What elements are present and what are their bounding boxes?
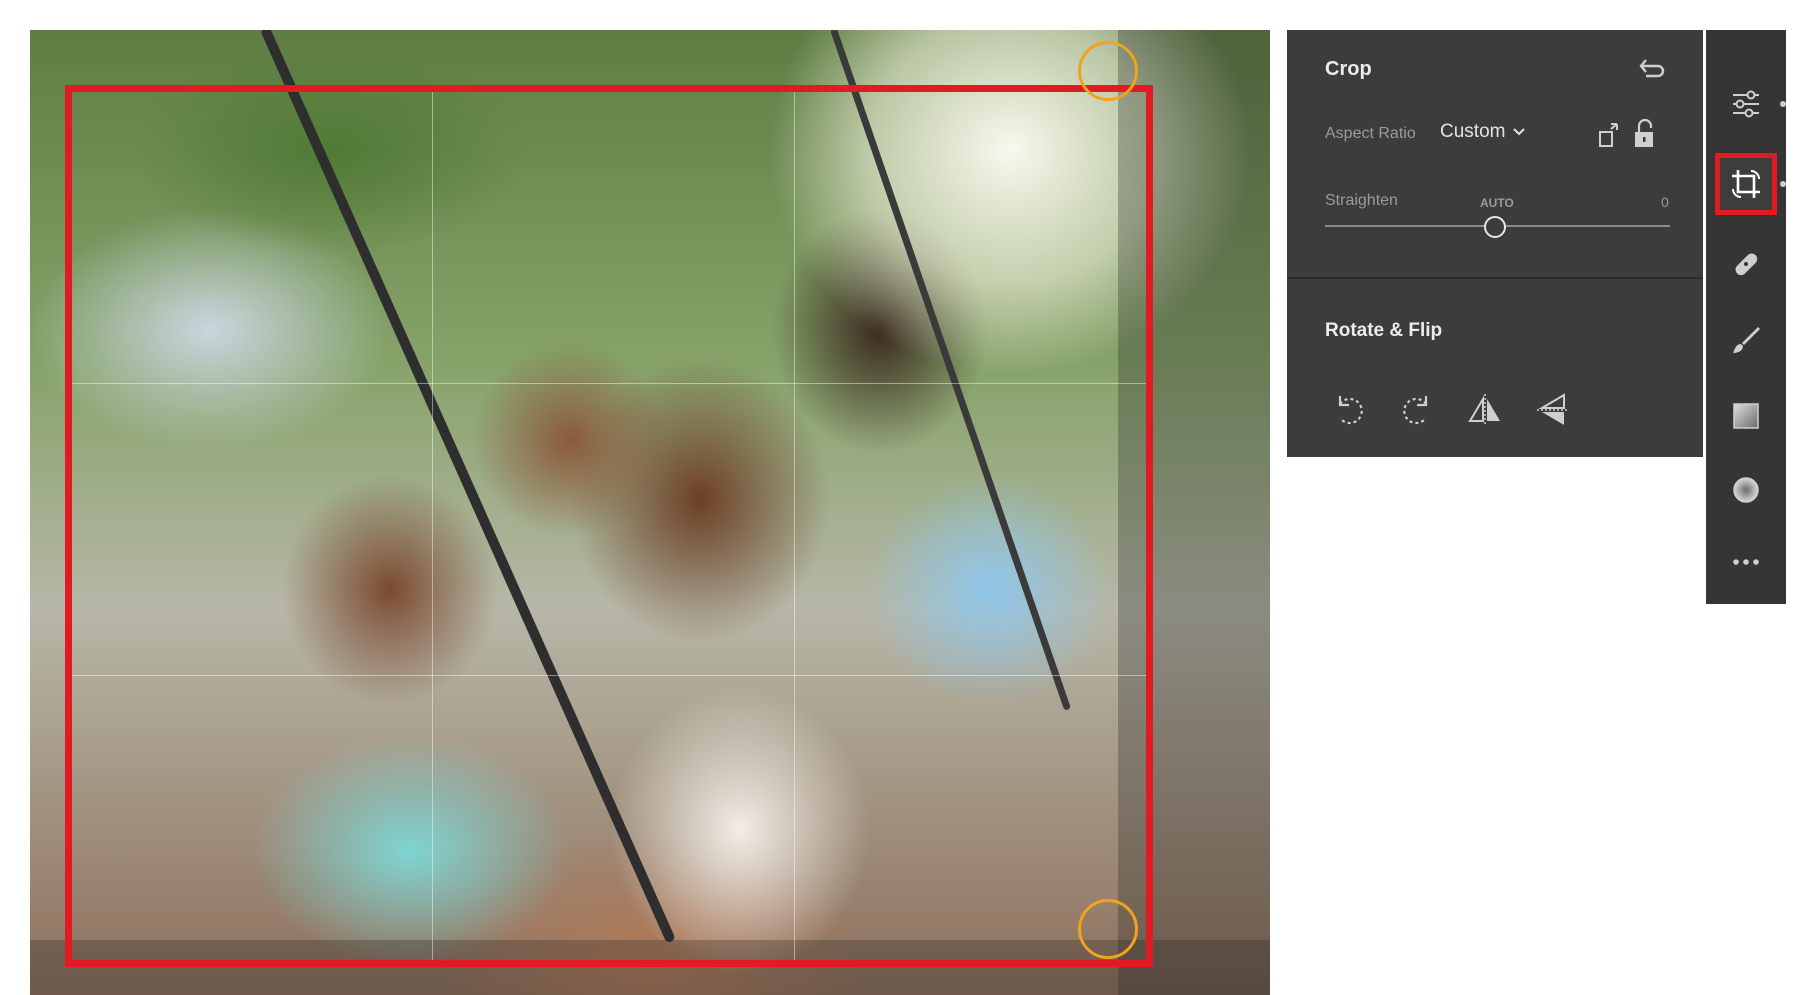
edit-sliders-icon[interactable] — [1720, 78, 1786, 130]
straighten-value: 0 — [1661, 194, 1669, 210]
aspect-ratio-label: Aspect Ratio — [1325, 125, 1416, 142]
crop-icon[interactable] — [1715, 153, 1786, 215]
crop-panel: Crop Aspect Ratio Custom Straighten AUTO… — [1287, 30, 1703, 457]
photo-canvas[interactable] — [30, 30, 1270, 995]
radial-gradient-icon[interactable] — [1720, 464, 1772, 516]
crop-handle-top-right[interactable] — [1078, 41, 1138, 101]
tool-indicator-dot — [1780, 181, 1786, 187]
linear-gradient-icon[interactable] — [1720, 390, 1772, 442]
straighten-slider-thumb[interactable] — [1484, 216, 1506, 238]
straighten-label: Straighten — [1325, 192, 1398, 209]
rotate-flip-title: Rotate & Flip — [1325, 320, 1443, 341]
swap-orientation-icon[interactable] — [1595, 118, 1625, 152]
unlock-icon[interactable] — [1629, 116, 1659, 152]
crop-grid-line — [432, 92, 433, 960]
healing-icon[interactable] — [1720, 238, 1772, 290]
more-icon[interactable] — [1720, 536, 1772, 588]
flip-horizontal-icon[interactable] — [1463, 388, 1507, 432]
chevron-down-icon — [1513, 128, 1526, 136]
crop-frame[interactable] — [65, 85, 1153, 967]
crop-grid-line — [72, 675, 1146, 676]
edit-toolbar — [1706, 30, 1786, 604]
crop-handle-bottom-right[interactable] — [1078, 899, 1138, 959]
crop-title: Crop — [1325, 58, 1372, 80]
straighten-auto-button[interactable]: AUTO — [1480, 196, 1514, 210]
section-divider — [1287, 277, 1703, 279]
crop-grid-line — [794, 92, 795, 960]
aspect-ratio-dropdown[interactable]: Custom — [1440, 121, 1526, 143]
rotate-left-icon[interactable] — [1327, 388, 1371, 432]
rotate-right-icon[interactable] — [1395, 388, 1439, 432]
undo-icon[interactable] — [1633, 52, 1669, 82]
crop-grid-line — [72, 383, 1146, 384]
aspect-ratio-value: Custom — [1440, 121, 1506, 142]
tool-indicator-dot — [1780, 101, 1786, 107]
brush-icon[interactable] — [1720, 314, 1772, 366]
flip-vertical-icon[interactable] — [1531, 388, 1575, 432]
